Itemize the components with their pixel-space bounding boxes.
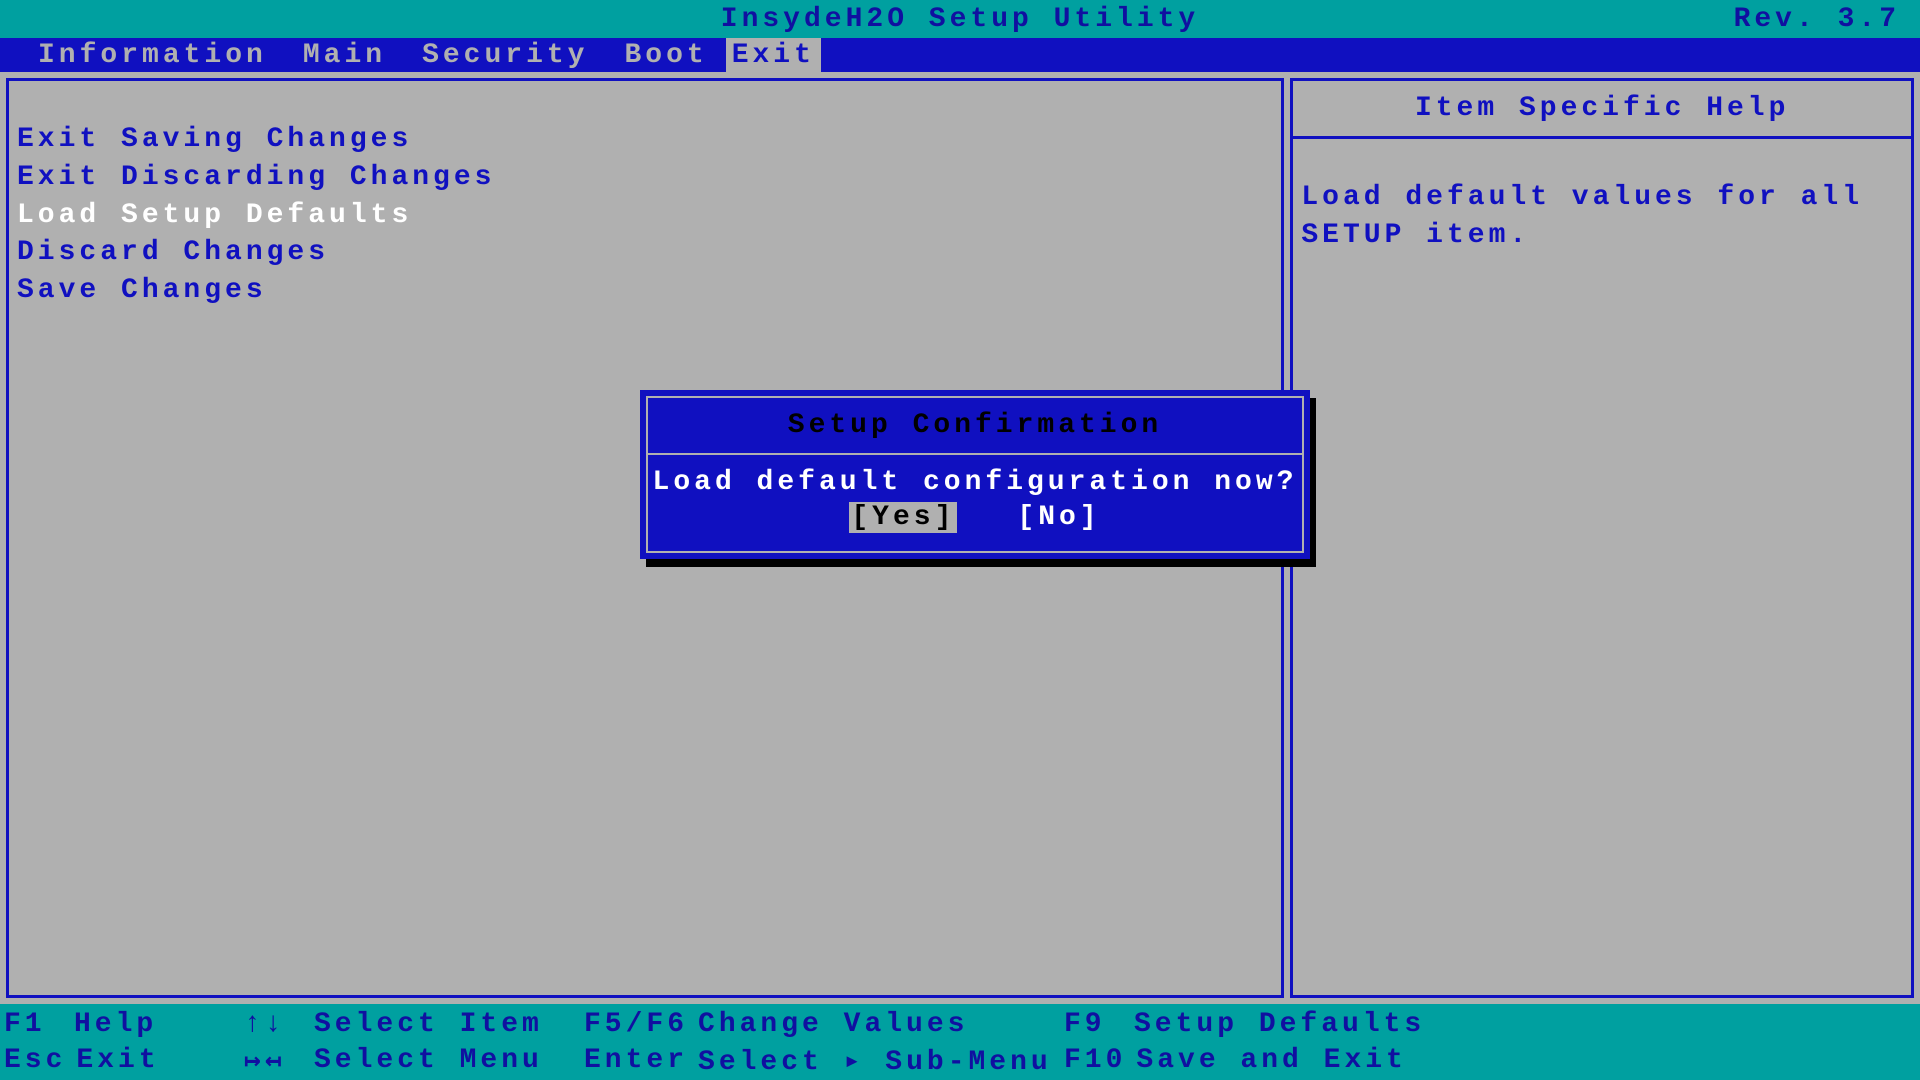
footer-f9-setup-defaults: F9Setup Defaults [1064,1009,1916,1040]
footer-f5f6-change-values: F5/F6Change Values [584,1009,1064,1040]
footer-leftright-select-menu: ↦↤Select Menu [244,1043,584,1078]
menu-save-changes[interactable]: Save Changes [17,272,1273,310]
dialog-no-button[interactable]: [No] [1017,502,1100,533]
menu-load-setup-defaults[interactable]: Load Setup Defaults [17,197,1273,235]
tab-bar: Information Main Security Boot Exit [0,38,1920,72]
footer-f1-help: F1Help [4,1009,244,1040]
help-panel: Item Specific Help Load default values f… [1290,78,1914,998]
tab-information[interactable]: Information [20,40,285,71]
footer-esc-exit: EscExit [4,1045,244,1076]
menu-discard-changes[interactable]: Discard Changes [17,234,1273,272]
tab-security[interactable]: Security [404,40,606,71]
version-label: Rev. 3.7 [1734,4,1900,35]
footer-enter-select-submenu: EnterSelect ▸ Sub-Menu [584,1043,1064,1078]
help-header: Item Specific Help [1293,81,1911,139]
tab-boot[interactable]: Boot [606,40,725,71]
confirmation-dialog: Setup Confirmation Load default configur… [640,390,1310,559]
title-bar: InsydeH2O Setup Utility Rev. 3.7 [0,0,1920,38]
updown-arrows-icon: ↑↓ [244,1009,304,1040]
footer-bar: F1Help ↑↓Select Item F5/F6Change Values … [0,1004,1920,1080]
dialog-title: Setup Confirmation [648,398,1302,455]
app-title: InsydeH2O Setup Utility [721,4,1199,35]
dialog-message: Load default configuration now? [648,467,1302,498]
footer-updown-select-item: ↑↓Select Item [244,1009,584,1040]
dialog-body: Load default configuration now? [Yes] [N… [648,455,1302,551]
leftright-arrows-icon: ↦↤ [244,1043,304,1078]
menu-exit-discarding-changes[interactable]: Exit Discarding Changes [17,159,1273,197]
tab-main[interactable]: Main [285,40,404,71]
menu-exit-saving-changes[interactable]: Exit Saving Changes [17,121,1273,159]
footer-f10-save-exit: F10Save and Exit [1064,1045,1916,1076]
tab-exit[interactable]: Exit [726,38,821,73]
help-body: Load default values for all SETUP item. [1293,139,1911,263]
dialog-yes-button[interactable]: [Yes] [849,502,957,533]
